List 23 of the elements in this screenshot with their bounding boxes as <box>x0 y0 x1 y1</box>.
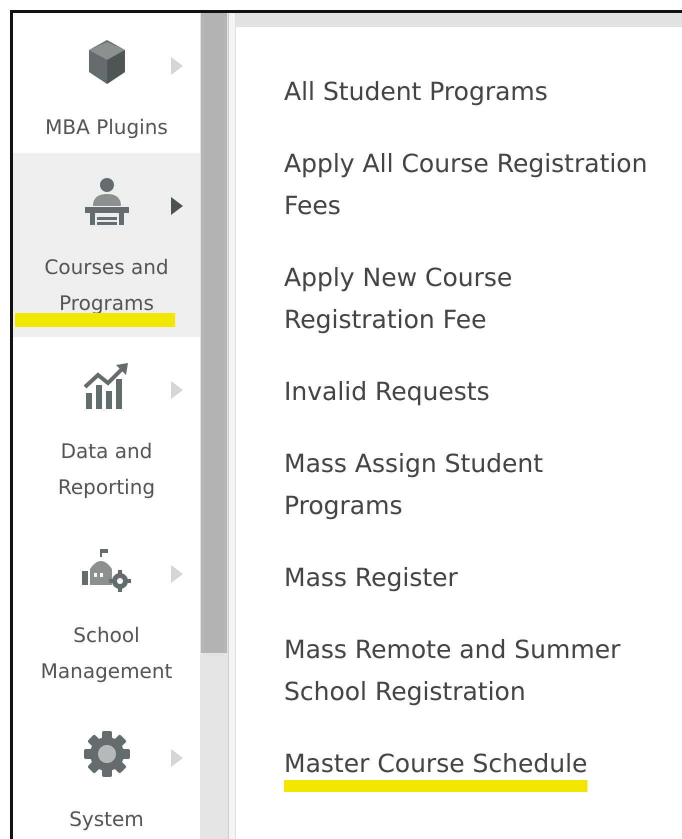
gear-icon <box>82 730 130 778</box>
submenu-item[interactable]: Mass Register <box>284 557 664 615</box>
sidebar-label: Data and Reporting <box>56 438 156 501</box>
sidebar-item[interactable]: Courses and Programs <box>13 153 200 337</box>
submenu-item[interactable]: Mass Assign Student Programs <box>284 443 664 543</box>
caret-icon <box>171 197 183 215</box>
submenu-item[interactable]: Master Course Schedule <box>284 743 664 801</box>
submenu-item[interactable]: All Student Programs <box>284 71 664 129</box>
submenu-item[interactable]: Apply New Course Registration Fee <box>284 257 664 357</box>
school-gear-icon <box>82 547 132 593</box>
caret-icon <box>171 57 183 75</box>
submenu-item[interactable]: Invalid Requests <box>284 371 664 429</box>
cube-icon <box>86 38 126 86</box>
sidebar-label: School Management <box>40 622 174 685</box>
scrollbar[interactable] <box>200 13 229 839</box>
sidebar-label: MBA Plugins <box>44 114 169 141</box>
sidebar-label: System <box>68 806 145 833</box>
sidebar-label: Courses and Programs <box>43 254 170 317</box>
submenu-item[interactable]: Apply All Course Registration Fees <box>284 143 664 243</box>
submenu-item[interactable]: Mass Remote and Summer School Registration <box>284 629 664 729</box>
caret-icon <box>171 749 183 767</box>
caret-icon <box>171 381 183 399</box>
caret-icon <box>171 565 183 583</box>
